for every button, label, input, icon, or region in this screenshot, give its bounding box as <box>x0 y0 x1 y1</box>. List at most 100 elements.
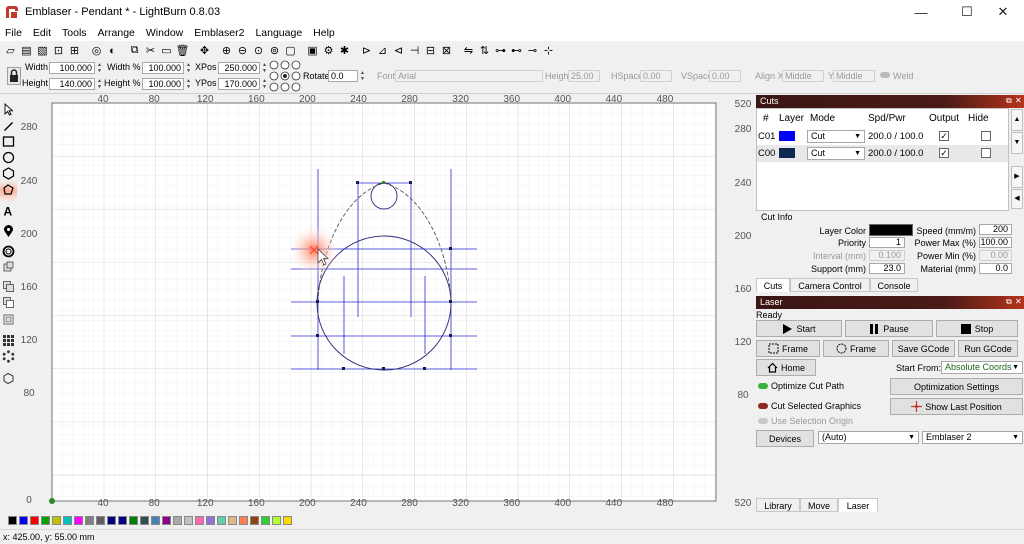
output-checkbox[interactable]: ✓ <box>939 148 949 158</box>
show-last-position-button[interactable]: Show Last Position <box>890 398 1023 415</box>
edit-nodes-tool-icon[interactable] <box>2 119 15 132</box>
devices-button[interactable]: Devices <box>756 430 814 447</box>
xpos-spinner[interactable]: ▲ ▼ <box>261 62 268 74</box>
width-pct-spinner[interactable]: ▲ ▼ <box>185 62 192 74</box>
minimize-button[interactable]: — <box>898 0 944 24</box>
select-tool-icon[interactable] <box>2 103 15 116</box>
table-row[interactable]: C00 Cut ▼ 200.0 / 100.0 ✓ <box>757 145 1008 162</box>
menu-file[interactable]: File <box>4 27 23 39</box>
pause-button[interactable]: Pause <box>845 320 933 337</box>
tools-icon[interactable]: ✱ <box>338 44 351 57</box>
palette-swatch[interactable] <box>52 515 61 525</box>
palette-swatch[interactable] <box>173 515 182 525</box>
scroll-right-button[interactable]: ▶ <box>1011 166 1023 188</box>
power-max-input[interactable]: 100.00 <box>979 237 1012 248</box>
font-height-input[interactable]: 25.00 <box>568 70 600 82</box>
power-min-input[interactable]: 0.00 <box>979 250 1012 261</box>
palette-swatch[interactable] <box>129 515 138 525</box>
mirror-h-icon[interactable]: ⊟ <box>424 44 437 57</box>
anchor-point-selector[interactable] <box>268 60 302 93</box>
width-pct-input[interactable]: 100.000 <box>142 62 184 74</box>
hspace-input[interactable]: 0.00 <box>640 70 672 82</box>
palette-swatch[interactable] <box>19 515 28 525</box>
palette-swatch[interactable] <box>239 515 248 525</box>
menu-language[interactable]: Language <box>254 27 303 39</box>
export-icon[interactable]: ⊞ <box>68 44 81 57</box>
tab-move[interactable]: Move <box>800 498 838 512</box>
lock-aspect-button[interactable] <box>7 67 21 85</box>
zoom-in-icon[interactable]: ⊕ <box>220 44 233 57</box>
frame-circle-button[interactable]: Frame <box>823 340 889 357</box>
palette-swatch[interactable] <box>261 515 270 525</box>
save-gcode-button[interactable]: Save GCode <box>892 340 955 357</box>
copy-icon[interactable]: ⧉ <box>128 44 141 57</box>
scissors-icon[interactable]: ✂ <box>144 44 157 57</box>
move-layer-up-button[interactable]: ▲ <box>1011 109 1023 131</box>
home-button[interactable]: Home <box>756 359 816 376</box>
hide-checkbox[interactable] <box>981 148 991 158</box>
distribute-v-icon[interactable]: ⊸ <box>526 44 539 57</box>
align-x-select[interactable]: Middle <box>782 70 824 82</box>
height-input[interactable]: 140.000 <box>49 78 95 90</box>
paste-icon[interactable]: ▭ <box>160 44 173 57</box>
polygon-tool-icon[interactable] <box>2 167 15 180</box>
import-icon[interactable]: ⊡ <box>52 44 65 57</box>
align-left-icon[interactable]: ⊳ <box>360 44 373 57</box>
palette-swatch[interactable] <box>96 515 105 525</box>
canvas-drawing[interactable]: 40 80 120 160 200 240 280 320 360 400 440 480 40 80 1… <box>17 95 752 510</box>
move-icon[interactable]: ✥ <box>198 44 211 57</box>
palette-swatch[interactable] <box>118 515 127 525</box>
rotate-icon[interactable]: ⇋ <box>462 44 475 57</box>
palette-swatch[interactable] <box>8 515 17 525</box>
palette-swatch[interactable] <box>250 515 259 525</box>
subtract-tool-icon[interactable] <box>2 296 15 309</box>
intersect-tool-icon[interactable] <box>2 313 15 326</box>
center-icon[interactable]: ⊹ <box>542 44 555 57</box>
draw-lines-tool-icon[interactable] <box>2 183 15 196</box>
design-canvas[interactable]: 40 80 120 160 200 240 280 320 360 400 440 480 40 80 1… <box>17 95 752 510</box>
palette-swatch[interactable] <box>140 515 149 525</box>
zoom-selection-icon[interactable]: ⊚ <box>268 44 281 57</box>
scroll-left-button[interactable]: ◀ <box>1011 189 1023 209</box>
open-icon[interactable]: ▱ <box>4 44 17 57</box>
table-row[interactable]: C01 Cut ▼ 200.0 / 100.0 ✓ <box>757 128 1008 145</box>
palette-swatch[interactable] <box>195 515 204 525</box>
offset-tool-icon[interactable] <box>2 245 15 258</box>
font-select[interactable]: Arial <box>395 70 543 82</box>
menu-emblaser2[interactable]: Emblaser2 <box>193 27 245 39</box>
run-gcode-button[interactable]: Run GCode <box>958 340 1018 357</box>
align-right-icon[interactable]: ⊲ <box>392 44 405 57</box>
vspace-input[interactable]: 0.00 <box>709 70 741 82</box>
optimization-settings-button[interactable]: Optimization Settings <box>890 378 1023 395</box>
optimize-toggle[interactable] <box>758 383 768 389</box>
menu-arrange[interactable]: Arrange <box>97 27 136 39</box>
palette-swatch[interactable] <box>151 515 160 525</box>
palette-swatch[interactable] <box>283 515 292 525</box>
rectangle-tool-icon[interactable] <box>2 135 15 148</box>
settings-icon[interactable]: ⚙ <box>322 44 335 57</box>
position-laser-tool-icon[interactable] <box>2 225 15 238</box>
hide-checkbox[interactable] <box>981 131 991 141</box>
weld-shapes-tool-icon[interactable] <box>2 261 15 274</box>
tab-laser[interactable]: Laser <box>838 498 878 512</box>
frame-icon[interactable]: ▢ <box>284 44 297 57</box>
tab-tool-icon[interactable] <box>2 372 15 385</box>
ungroup-icon[interactable]: ⊶ <box>494 44 507 57</box>
xpos-input[interactable]: 250.000 <box>218 62 260 74</box>
width-input[interactable]: 100.000 <box>49 62 95 74</box>
rotate-spinner[interactable]: ▲ ▼ <box>359 70 366 82</box>
circular-array-tool-icon[interactable] <box>2 350 15 363</box>
width-spinner[interactable]: ▲ ▼ <box>96 62 103 74</box>
start-button[interactable]: Start <box>756 320 842 337</box>
zoom-out-icon[interactable]: ⊖ <box>236 44 249 57</box>
height-pct-spinner[interactable]: ▲ ▼ <box>185 78 192 90</box>
group-icon[interactable]: ⇅ <box>478 44 491 57</box>
save-icon[interactable]: ▤ <box>20 44 33 57</box>
union-tool-icon[interactable] <box>2 280 15 293</box>
mode-dropdown[interactable]: Cut ▼ <box>807 147 865 160</box>
weld-toggle[interactable] <box>880 72 890 78</box>
ellipse-tool-icon[interactable] <box>2 151 15 164</box>
palette-swatch[interactable] <box>228 515 237 525</box>
ypos-input[interactable]: 170.000 <box>218 78 260 90</box>
save-as-icon[interactable]: ▧ <box>36 44 49 57</box>
